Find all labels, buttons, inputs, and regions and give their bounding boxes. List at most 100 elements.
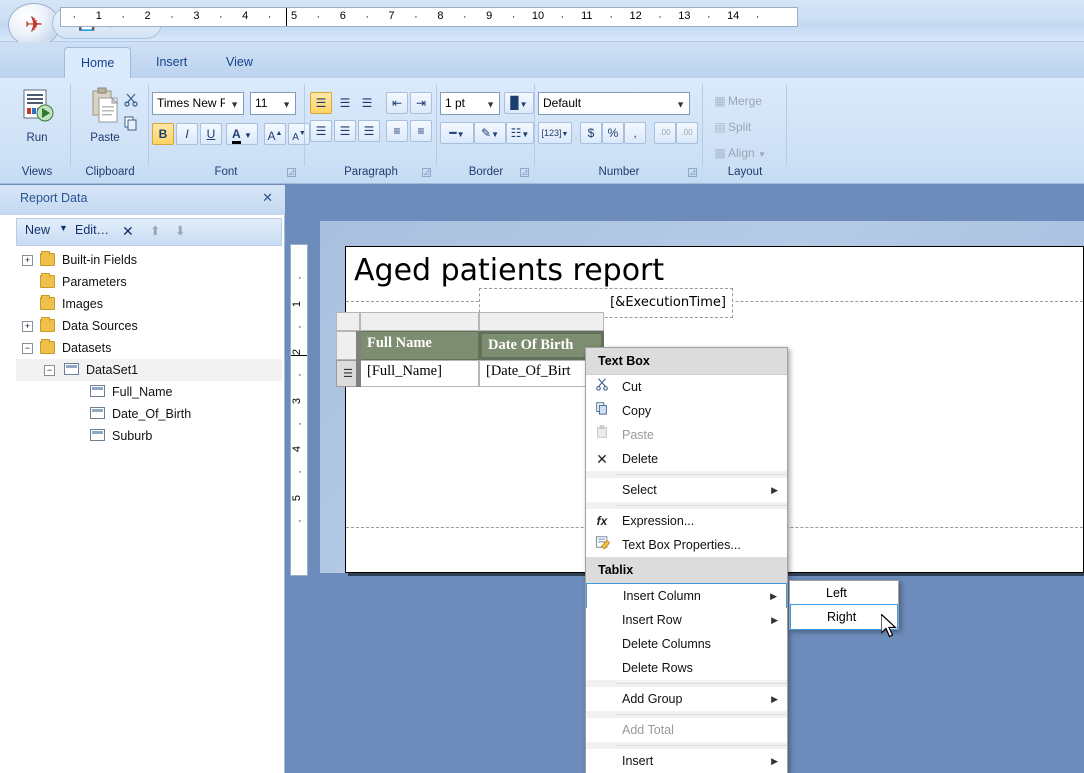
tablix-column-handle-2[interactable] [479, 312, 604, 331]
align-center-icon[interactable]: ☰ [334, 120, 356, 142]
vertical-ruler[interactable]: 1 · 2 · 3 · 4 · 5 · · [290, 244, 308, 576]
font-color-button[interactable]: A ▼ [226, 123, 258, 145]
menu-item-select[interactable]: Select ▶ [586, 478, 787, 502]
ribbon-group-paragraph-label: Paragraph [344, 166, 398, 178]
align-right-icon[interactable]: ☰ [358, 120, 380, 142]
shrink-font-label: A [292, 132, 299, 143]
menu-item-delete-rows[interactable]: Delete Rows [586, 656, 787, 680]
tablix-column-handle-1[interactable] [360, 312, 479, 331]
tab-home[interactable]: Home [64, 47, 132, 79]
horizontal-ruler[interactable]: 1 · 2 · 3 · 4 · 5 · 6 · 7 · 8 · 9 · 10 · 11 · 12 · 13 · 14 · · [60, 7, 798, 27]
tree-item-built-in-fields[interactable]: + Built-in Fields [16, 249, 282, 271]
menu-item-text-box-properties[interactable]: Text Box Properties... [586, 533, 787, 557]
border-dialog-launcher[interactable]: ◿ [520, 168, 529, 177]
menu-item-add-group[interactable]: Add Group ▶ [586, 687, 787, 711]
italic-button[interactable]: I [176, 123, 198, 145]
menu-item-label: Cut [622, 380, 642, 394]
align-middle-icon[interactable]: ☰ [334, 92, 356, 114]
border-fill-icon[interactable]: ▉▼ [504, 92, 534, 114]
tree-item-data-sources[interactable]: + Data Sources [16, 315, 282, 337]
ribbon-tab-strip: Home Insert View [0, 42, 1084, 79]
underline-button[interactable]: U [200, 123, 222, 145]
decrease-decimal-button[interactable]: .00 [654, 122, 676, 144]
submenu-item-left[interactable]: Left [790, 581, 898, 605]
number-format-combo[interactable]: Default ▼ [538, 92, 690, 115]
shrink-font-button[interactable]: A▼ [288, 123, 310, 145]
context-menu[interactable]: Text Box Cut Copy Paste ✕ Delete Select … [585, 347, 788, 773]
menu-separator [616, 505, 787, 506]
menu-item-expression[interactable]: fx Expression... [586, 509, 787, 533]
merge-button[interactable]: ▦ Merge [712, 94, 762, 108]
tab-insert[interactable]: Insert [140, 47, 203, 79]
align-left-icon[interactable]: ☰ [310, 120, 332, 142]
scissors-icon[interactable] [120, 90, 142, 112]
copy-icon[interactable] [120, 114, 142, 136]
font-dialog-launcher[interactable]: ◿ [287, 168, 296, 177]
menu-separator [616, 683, 787, 684]
tree-item-suburb[interactable]: Suburb [16, 425, 282, 447]
delete-x-icon[interactable]: ✕ [122, 223, 134, 240]
tree-item-full-name[interactable]: Full_Name [16, 381, 282, 403]
report-title-textbox[interactable]: Aged patients report [354, 253, 664, 288]
menu-item-cut[interactable]: Cut [586, 375, 787, 399]
expander-icon[interactable]: − [22, 343, 33, 354]
grow-font-button[interactable]: A▲ [264, 123, 286, 145]
menu-item-insert-row[interactable]: Insert Row ▶ [586, 608, 787, 632]
menu-item-copy[interactable]: Copy [586, 399, 787, 423]
bullets-icon[interactable]: ≡ [386, 120, 408, 142]
borders-icon[interactable]: ☷▼ [506, 122, 534, 144]
tablix-selection-bar [356, 331, 361, 387]
menu-item-insert[interactable]: Insert ▶ [586, 749, 787, 773]
tablix-data-cell-1[interactable]: [Full_Name] [360, 360, 479, 387]
percent-button[interactable]: % [602, 122, 624, 144]
menu-item-delete[interactable]: ✕ Delete [586, 447, 787, 471]
align-top-icon[interactable]: ☰ [310, 92, 332, 114]
folder-icon [40, 317, 55, 332]
align-button[interactable]: ▩ Align ▼ [712, 146, 766, 160]
numbering-icon[interactable]: ≡ [410, 120, 432, 142]
group-divider [786, 84, 787, 166]
tree-item-date-of-birth[interactable]: Date_Of_Birth [16, 403, 282, 425]
tree-item-datasets[interactable]: − Datasets [16, 337, 282, 359]
increase-decimal-button[interactable]: .00 [676, 122, 698, 144]
border-width-combo[interactable]: 1 pt ▼ [440, 92, 500, 115]
ribbon-group-border: 1 pt ▼ ▉▼ ━▼ ✎▼ ☷▼ Border ◿ [440, 80, 534, 180]
insert-column-submenu[interactable]: Left Right [789, 580, 899, 630]
increase-indent-icon[interactable]: ⇥ [410, 92, 432, 114]
number-dialog-launcher[interactable]: ◿ [688, 168, 697, 177]
move-down-icon[interactable]: ⬇ [175, 223, 185, 238]
new-button[interactable]: New [25, 223, 50, 237]
expander-icon[interactable]: − [44, 365, 55, 376]
expander-icon[interactable]: + [22, 321, 33, 332]
align-bottom-icon[interactable]: ☰ [356, 92, 378, 114]
tree-item-dataset1[interactable]: − DataSet1 [16, 359, 282, 381]
chevron-down-icon[interactable]: ▼ [59, 223, 68, 233]
move-up-icon[interactable]: ⬆ [150, 223, 160, 238]
number-category-icon[interactable]: [123]▼ [538, 122, 572, 144]
tablix-corner-handle[interactable] [336, 312, 360, 331]
tablix[interactable]: Full Name Date Of Birth ☰ [Full_Name] [D… [336, 312, 604, 387]
paragraph-dialog-launcher[interactable]: ◿ [422, 168, 431, 177]
tab-view[interactable]: View [210, 47, 269, 79]
comma-button[interactable]: , [624, 122, 646, 144]
tablix-header-cell-1[interactable]: Full Name [360, 331, 479, 360]
border-color-icon[interactable]: ✎▼ [474, 122, 506, 144]
close-icon[interactable]: ✕ [262, 190, 273, 206]
run-button[interactable]: Run [6, 86, 68, 144]
currency-button[interactable]: $ [580, 122, 602, 144]
menu-item-insert-column[interactable]: Insert Column ▶ [586, 583, 787, 609]
menu-item-delete-columns[interactable]: Delete Columns [586, 632, 787, 656]
edit-button[interactable]: Edit… [75, 223, 109, 237]
decrease-decimal-label: .00 [659, 128, 671, 137]
expander-icon[interactable]: + [22, 255, 33, 266]
border-style-icon[interactable]: ━▼ [440, 122, 474, 144]
ruler-tick-label: 12 [629, 10, 642, 22]
submenu-item-right[interactable]: Right [790, 604, 898, 630]
font-size-combo[interactable]: 11 ▼ [250, 92, 296, 115]
font-family-combo[interactable]: Times New R ▼ [152, 92, 244, 115]
split-button[interactable]: ▤ Split [712, 120, 751, 134]
tree-item-parameters[interactable]: Parameters [16, 271, 282, 293]
tree-item-images[interactable]: Images [16, 293, 282, 315]
decrease-indent-icon[interactable]: ⇤ [386, 92, 408, 114]
bold-button[interactable]: B [152, 123, 174, 145]
